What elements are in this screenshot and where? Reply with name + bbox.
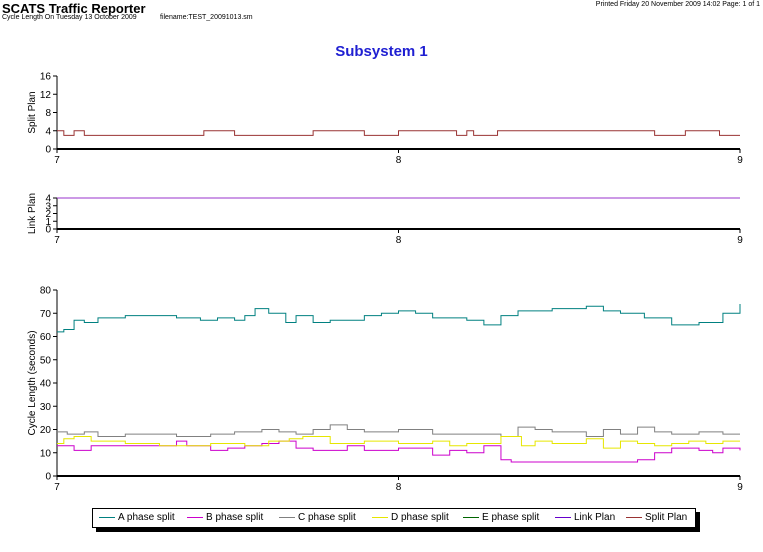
- legend-swatch: [99, 516, 115, 518]
- legend-item-split-plan: Split Plan: [626, 512, 687, 523]
- legend-label: D phase split: [391, 512, 449, 523]
- legend-label: A phase split: [118, 512, 175, 523]
- legend-swatch: [555, 516, 571, 518]
- y-tick-label-1-12: 12: [40, 90, 52, 101]
- legend-item-d-phase-split: D phase split: [372, 512, 449, 523]
- y-tick-label-1-8: 8: [45, 108, 51, 119]
- x-tick-label-2-8: 8: [396, 235, 402, 246]
- legend-item-link-plan: Link Plan: [555, 512, 615, 523]
- legend-item-b-phase-split: B phase split: [187, 512, 263, 523]
- series-line-3-c-phase-split: [57, 424, 740, 437]
- y-axis-label-3: Cycle Length (seconds): [27, 330, 38, 435]
- x-tick-label-3-8: 8: [396, 482, 402, 493]
- y-tick-label-3-80: 80: [40, 286, 52, 297]
- legend-swatch: [463, 516, 479, 518]
- legend-label: B phase split: [206, 512, 264, 523]
- y-tick-label-2-4: 4: [45, 194, 51, 205]
- legend-label: C phase split: [298, 512, 356, 523]
- x-tick-label-1-8: 8: [396, 155, 402, 166]
- legend-swatch: [279, 516, 295, 518]
- y-tick-label-3-10: 10: [40, 448, 52, 459]
- legend-swatch: [372, 516, 388, 518]
- series-line-3-a-phase-split: [57, 303, 741, 333]
- legend-label: Link Plan: [574, 512, 616, 523]
- y-tick-label-1-4: 4: [45, 126, 51, 137]
- y-tick-label-1-16: 16: [40, 72, 52, 83]
- chart-legend: A phase split B phase split C phase split D…: [92, 508, 696, 528]
- x-tick-label-1-7: 7: [54, 155, 60, 166]
- charts-canvas: 04812167 8 9Split Plan012347 8 9Link Plan010…: [27, 72, 743, 494]
- y-tick-label-3-50: 50: [40, 355, 52, 366]
- legend-label: E phase split: [482, 512, 540, 523]
- y-tick-label-3-40: 40: [40, 379, 52, 390]
- y-tick-label-3-60: 60: [40, 332, 52, 343]
- legend-item-e-phase-split: E phase split: [463, 512, 539, 523]
- legend-item-c-phase-split: C phase split: [279, 512, 356, 523]
- y-axis-label-1: Split Plan: [27, 91, 38, 133]
- x-tick-label-3-9: 9: [737, 482, 743, 493]
- y-tick-label-3-20: 20: [40, 425, 52, 436]
- legend-label: Split Plan: [645, 512, 688, 523]
- legend-swatch: [187, 516, 203, 518]
- y-tick-label-3-30: 30: [40, 402, 52, 413]
- x-tick-label-1-9: 9: [737, 155, 743, 166]
- x-tick-label-3-7: 7: [54, 482, 60, 493]
- y-tick-label-3-70: 70: [40, 309, 52, 320]
- y-tick-label-1-0: 0: [45, 145, 51, 156]
- series-line-3-d-phase-split: [57, 435, 740, 449]
- legend-item-a-phase-split: A phase split: [99, 512, 175, 523]
- x-tick-label-2-7: 7: [54, 235, 60, 246]
- y-axis-label-2: Link Plan: [27, 193, 38, 234]
- y-tick-label-3-0: 0: [45, 472, 51, 483]
- legend-swatch: [626, 516, 642, 518]
- x-tick-label-2-9: 9: [737, 235, 743, 246]
- series-line-1-split-plan: [57, 130, 740, 136]
